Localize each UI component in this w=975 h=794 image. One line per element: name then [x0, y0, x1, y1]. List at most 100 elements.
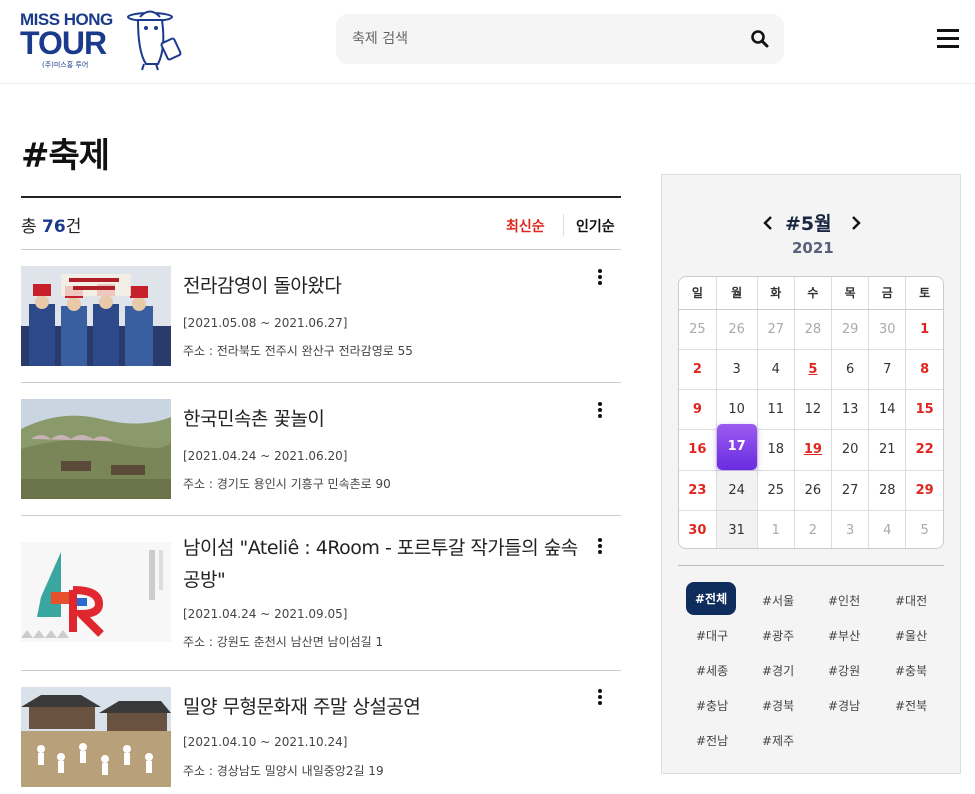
calendar-day[interactable]: 26	[794, 470, 833, 511]
search-input[interactable]	[352, 27, 742, 51]
calendar-day[interactable]: 21	[868, 429, 907, 471]
calendar-day[interactable]: 5	[906, 510, 943, 548]
region-tag[interactable]: #강원	[828, 662, 860, 679]
festival-title[interactable]: 전라감영이 돌아왔다	[183, 270, 593, 302]
calendar-day[interactable]: 25	[757, 470, 795, 511]
weekday-label: 월	[716, 277, 758, 310]
page-title: #축제	[21, 136, 110, 176]
festival-address: 주소 : 전라북도 전주시 완산구 전라감영로 55	[183, 344, 413, 358]
region-tag[interactable]: #세종	[696, 662, 728, 679]
region-tag[interactable]: #충남	[696, 697, 728, 714]
festival-date: [2021.05.08 ~ 2021.06.27]	[183, 316, 348, 330]
item-divider	[21, 382, 621, 383]
calendar-day[interactable]: 23	[679, 470, 717, 511]
calendar-day[interactable]: 9	[679, 389, 717, 430]
site-header: MISS HONG TOUR (주)미스홍 투어	[0, 0, 975, 84]
calendar-day-selected[interactable]: 17	[716, 423, 758, 471]
region-tag-all[interactable]: #전체	[686, 582, 737, 615]
calendar-day[interactable]: 4	[868, 510, 907, 548]
festival-thumbnail[interactable]	[21, 687, 171, 787]
calendar-day[interactable]: 28	[868, 470, 907, 511]
count-value: 76	[42, 217, 66, 237]
region-tag[interactable]: #전남	[696, 732, 728, 749]
calendar-day[interactable]: 1	[905, 309, 943, 350]
weekday-label: 목	[831, 277, 870, 310]
festival-date: [2021.04.10 ~ 2021.10.24]	[183, 735, 348, 749]
calendar-day[interactable]: 16	[679, 429, 717, 471]
selected-day-label: 17	[716, 423, 757, 470]
calendar-day[interactable]: 31	[716, 510, 758, 548]
calendar-day[interactable]: 1	[757, 510, 795, 548]
weekday-label: 화	[757, 277, 795, 310]
calendar-day[interactable]: 18	[757, 429, 795, 471]
calendar-day[interactable]: 25	[679, 309, 717, 350]
calendar-day[interactable]: 6	[831, 349, 870, 390]
calendar-day[interactable]: 13	[831, 389, 870, 430]
calendar-day[interactable]: 2	[679, 349, 717, 390]
region-tag[interactable]: #대구	[696, 627, 728, 644]
hamburger-menu-icon[interactable]	[937, 29, 963, 51]
more-options-icon[interactable]	[597, 689, 603, 709]
sort-latest-button[interactable]: 최신순	[506, 216, 545, 236]
region-tag[interactable]: #울산	[895, 627, 927, 644]
more-options-icon[interactable]	[597, 538, 603, 558]
calendar-day[interactable]: 4	[757, 349, 795, 390]
calendar-day[interactable]: 30	[868, 309, 907, 350]
region-tag[interactable]: #전북	[895, 697, 927, 714]
mascot-icon	[127, 10, 182, 71]
region-tag[interactable]: #부산	[828, 627, 860, 644]
calendar-day[interactable]: 7	[868, 349, 907, 390]
logo-subtitle: (주)미스홍 투어	[42, 61, 89, 69]
weekday-label: 금	[868, 277, 907, 310]
sort-popular-button[interactable]: 인기순	[576, 216, 615, 236]
list-divider	[21, 249, 621, 250]
site-logo[interactable]: MISS HONG TOUR (주)미스홍 투어	[20, 8, 182, 74]
calendar-grid: 일 월 화 수 목 금 토 25 26 27 28 29 30 1 2 3 4 …	[678, 276, 944, 549]
calendar-day[interactable]: 14	[868, 389, 907, 430]
festival-title[interactable]: 한국민속촌 꽃놀이	[183, 403, 593, 435]
region-tag[interactable]: #경북	[762, 697, 794, 714]
calendar-day[interactable]: 3	[831, 510, 870, 548]
calendar-day[interactable]: 28	[794, 309, 833, 350]
festival-thumbnail[interactable]	[21, 266, 171, 366]
search-icon[interactable]	[749, 28, 771, 50]
calendar-day[interactable]: 19	[794, 429, 833, 471]
region-tag[interactable]: #제주	[762, 732, 794, 749]
calendar-day[interactable]: 15	[905, 389, 943, 430]
calendar-day[interactable]: 5	[794, 349, 833, 390]
chevron-right-icon[interactable]	[849, 215, 863, 231]
calendar-day[interactable]: 12	[794, 389, 833, 430]
weekday-label: 수	[794, 277, 833, 310]
calendar-day[interactable]: 29	[905, 470, 943, 511]
calendar-day[interactable]: 27	[831, 470, 870, 511]
calendar-day[interactable]: 20	[831, 429, 870, 471]
more-options-icon[interactable]	[597, 269, 603, 289]
item-divider	[21, 670, 621, 671]
calendar-day[interactable]: 30	[679, 510, 717, 548]
chevron-left-icon[interactable]	[761, 215, 775, 231]
region-tag[interactable]: #서울	[762, 592, 794, 609]
region-tag[interactable]: #대전	[895, 592, 927, 609]
region-tag[interactable]: #광주	[762, 627, 794, 644]
calendar-day[interactable]: 8	[905, 349, 943, 390]
calendar-day[interactable]: 27	[757, 309, 795, 350]
festival-title[interactable]: 밀양 무형문화재 주말 상설공연	[183, 691, 593, 723]
result-count: 총 76건	[21, 212, 81, 237]
calendar-day[interactable]: 22	[905, 429, 943, 471]
festival-title[interactable]: 남이섬 "Ateliê : 4Room - 포르투갈 작가들의 숲속 공방"	[183, 532, 593, 596]
calendar-day[interactable]: 11	[757, 389, 795, 430]
calendar-day[interactable]: 24	[716, 470, 758, 511]
region-tag[interactable]: #경기	[762, 662, 794, 679]
calendar-day[interactable]: 2	[794, 510, 833, 548]
calendar-day[interactable]: 29	[831, 309, 870, 350]
sidebar: #5월 2021 일 월 화 수 목 금 토 25 26 27 28 29 30…	[661, 174, 961, 774]
festival-thumbnail[interactable]	[21, 399, 171, 499]
region-tag[interactable]: #인천	[828, 592, 860, 609]
region-tag[interactable]: #충북	[895, 662, 927, 679]
logo-line2: TOUR	[20, 25, 107, 61]
more-options-icon[interactable]	[597, 402, 603, 422]
calendar-day[interactable]: 26	[716, 309, 758, 350]
region-tag[interactable]: #경남	[828, 697, 860, 714]
festival-thumbnail[interactable]	[21, 542, 171, 642]
calendar-day[interactable]: 3	[716, 349, 758, 390]
